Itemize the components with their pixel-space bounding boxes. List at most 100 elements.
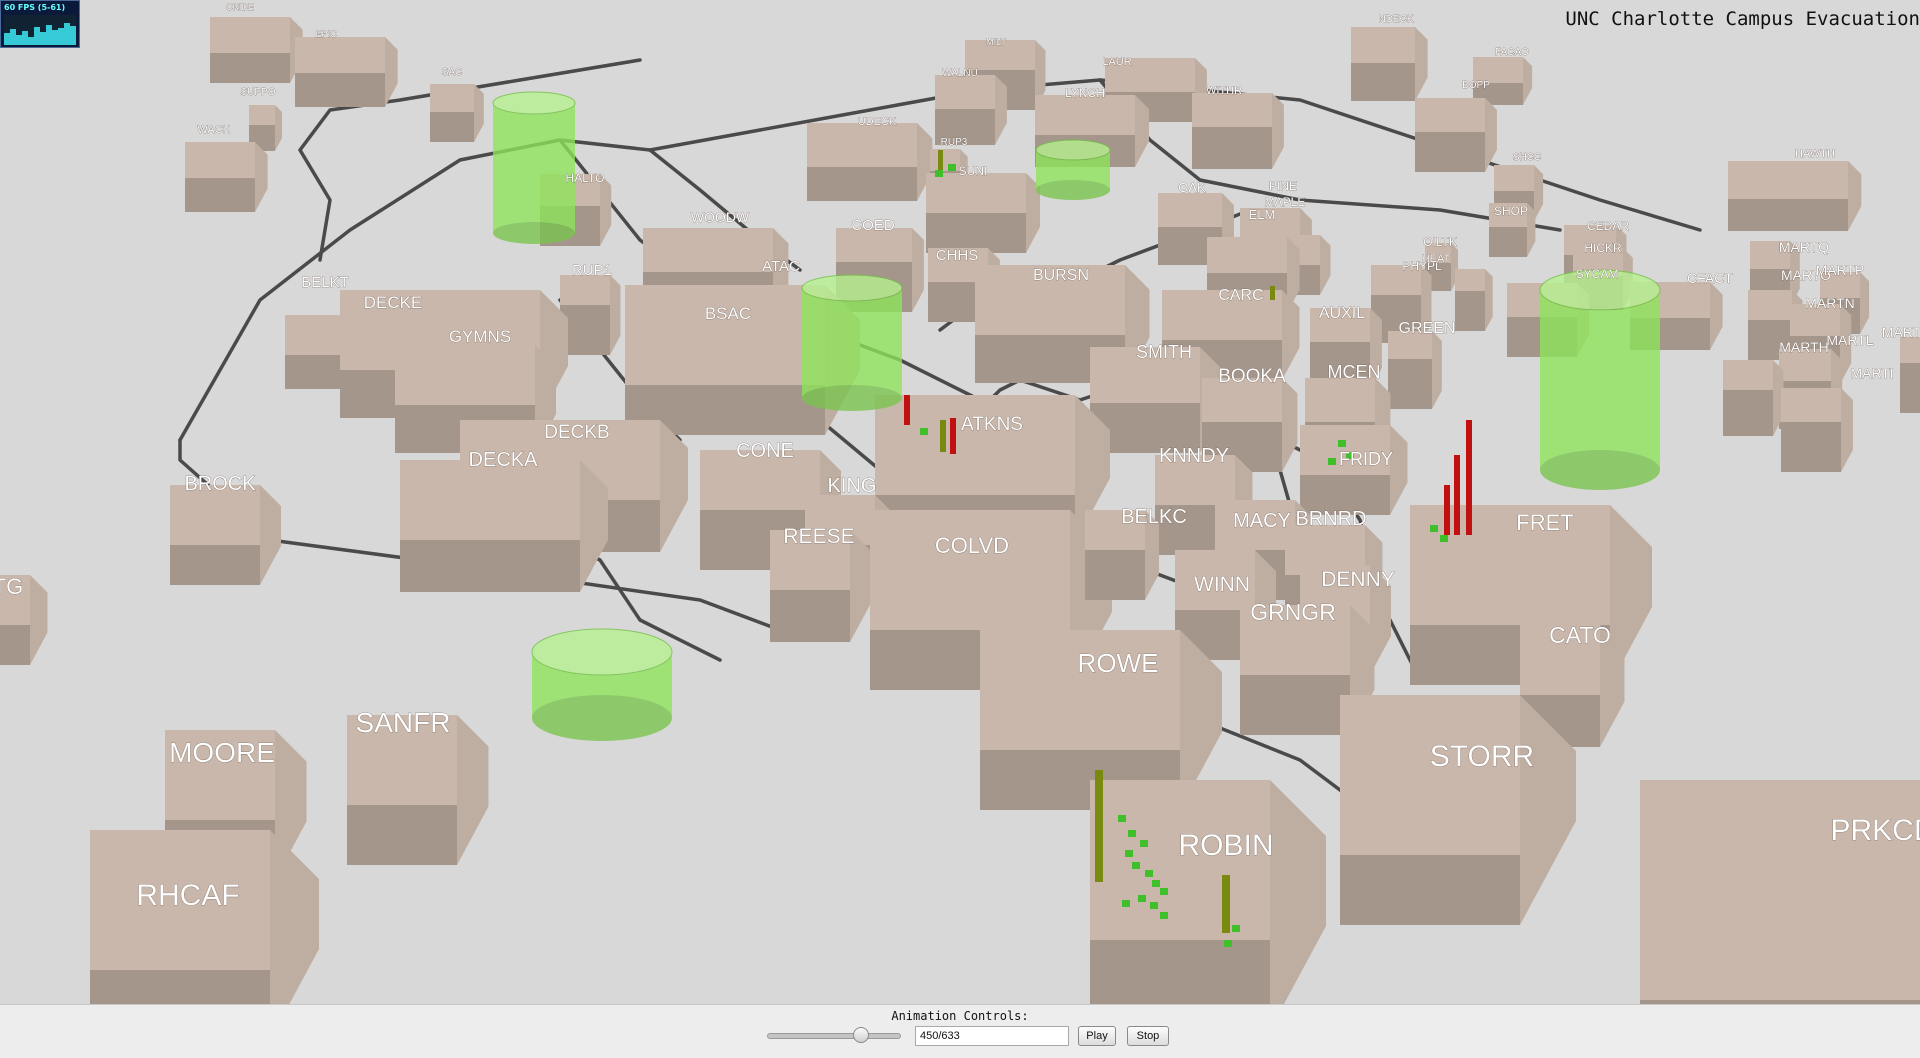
building-label: MOORE: [169, 737, 275, 768]
safe-zone-cylinder: [1539, 269, 1661, 490]
building-block: [560, 275, 621, 355]
building-roof: [926, 173, 1026, 213]
building-roof: [1900, 337, 1920, 363]
building-label: REESE: [783, 525, 854, 548]
safe-zone-base: [532, 695, 672, 741]
campus-scene[interactable]: CRIDE EPIC SUPPO SAC WACH HALTO MILT WALNU LAUR L…: [0, 0, 1920, 1004]
building-block: [170, 485, 281, 585]
building-label: CATO: [1549, 622, 1611, 648]
building-block: [1300, 425, 1408, 515]
building-label: COED: [851, 217, 895, 234]
building-block: [1781, 388, 1853, 472]
evacuee-marker: [1444, 485, 1450, 535]
safe-zone-base: [802, 385, 902, 411]
building-label: KNNDY: [1159, 445, 1229, 467]
building-label: WACH: [197, 124, 230, 136]
building-roof: [1035, 95, 1135, 135]
building-side-face: [610, 275, 621, 355]
safe-zone-base: [493, 222, 575, 244]
evacuee-marker: [920, 428, 928, 435]
building-label: PRKCD: [1830, 814, 1920, 847]
building-label: RUP1: [572, 262, 612, 279]
frame-counter-input[interactable]: [915, 1026, 1069, 1046]
evacuee-marker: [1160, 888, 1168, 895]
evacuee-marker: [1160, 912, 1168, 919]
building-side-face: [1485, 98, 1497, 172]
evacuee-marker: [1430, 525, 1438, 532]
building-side-face: [1527, 203, 1536, 257]
timeline-slider-thumb[interactable]: [852, 1027, 869, 1043]
evacuee-marker: [1328, 458, 1336, 465]
building-block: [1728, 161, 1862, 231]
building-roof: [1748, 290, 1792, 320]
building-roof: [1305, 378, 1375, 422]
building-label: ATKNS: [961, 414, 1023, 435]
evacuee-marker: [1128, 830, 1136, 837]
evacuee-marker: [1145, 870, 1153, 877]
building-label: WOODW: [691, 209, 750, 225]
building-label: MARTQ: [1779, 239, 1829, 255]
evacuee-marker: [904, 395, 910, 425]
building-label: SHCC: [1513, 152, 1541, 163]
safe-zone-body: [493, 103, 575, 233]
building-roof: [1415, 98, 1485, 132]
building-block: [807, 123, 933, 201]
building-label: ROWE: [1078, 648, 1159, 678]
evacuee-marker: [1222, 875, 1230, 933]
building-front-face: [90, 970, 270, 1004]
building-front-face: [347, 805, 457, 865]
building-side-face: [1390, 425, 1408, 515]
building-label: SANFR: [356, 707, 451, 738]
building-roof: [625, 285, 825, 385]
building-roof: [1640, 780, 1920, 1000]
building-label: HEAT: [1422, 253, 1451, 265]
fps-stats-panel[interactable]: 60 FPS (5-61): [0, 0, 80, 48]
building-side-face: [1432, 331, 1442, 409]
campus-3d-viewport[interactable]: CRIDE EPIC SUPPO SAC WACH HALTO MILT WALNU LAUR L…: [0, 0, 1920, 1004]
safe-zone-body: [802, 288, 902, 398]
building-front-face: [1085, 550, 1145, 600]
building-side-face: [1272, 93, 1284, 169]
building-label: COLVD: [935, 533, 1009, 558]
building-label: SUNI: [959, 164, 988, 178]
building-block: [1192, 93, 1284, 169]
building-label: RHCAF: [136, 879, 239, 912]
building-label: RUP3: [941, 137, 968, 148]
safe-zone-top: [492, 91, 576, 115]
building-block: [935, 75, 1007, 145]
evacuee-marker: [1132, 862, 1140, 869]
safe-zone-base: [1540, 450, 1660, 490]
building-label: FRET: [1516, 510, 1573, 535]
building-label: HAWTH: [1795, 148, 1835, 160]
building-side-face: [1270, 780, 1326, 1004]
building-block: [1900, 337, 1920, 413]
building-label: TG: [0, 574, 23, 599]
building-side-face: [1485, 269, 1493, 331]
play-button[interactable]: Play: [1078, 1026, 1116, 1046]
building-label: MARTJ: [1882, 324, 1920, 340]
evacuee-marker: [1454, 455, 1460, 535]
safe-zone-base: [1036, 180, 1110, 200]
evacuee-marker: [1150, 902, 1158, 909]
building-side-face: [30, 575, 48, 665]
building-side-face: [457, 715, 489, 865]
building-label: HICKR: [1584, 241, 1622, 255]
timeline-slider-track[interactable]: [767, 1033, 901, 1039]
stop-button[interactable]: Stop: [1127, 1026, 1169, 1046]
building-roof: [1723, 360, 1773, 390]
building-label: MCEN: [1328, 362, 1381, 382]
building-side-face: [270, 830, 319, 1004]
building-side-face: [1282, 378, 1298, 472]
evacuee-marker: [1440, 535, 1448, 542]
building-label: CFACT: [1687, 270, 1733, 286]
building-label: OILTK: [1423, 235, 1457, 249]
building-roof: [185, 142, 255, 178]
building-label: GRNGR: [1250, 599, 1336, 625]
building-label: OAK: [1178, 180, 1206, 195]
building-label: MARTH: [1779, 339, 1829, 355]
building-roof: [1351, 27, 1415, 63]
building-block: [1723, 360, 1784, 436]
building-front-face: [170, 545, 260, 585]
building-label: BELKT: [301, 274, 349, 291]
building-label: BROCK: [184, 473, 256, 495]
